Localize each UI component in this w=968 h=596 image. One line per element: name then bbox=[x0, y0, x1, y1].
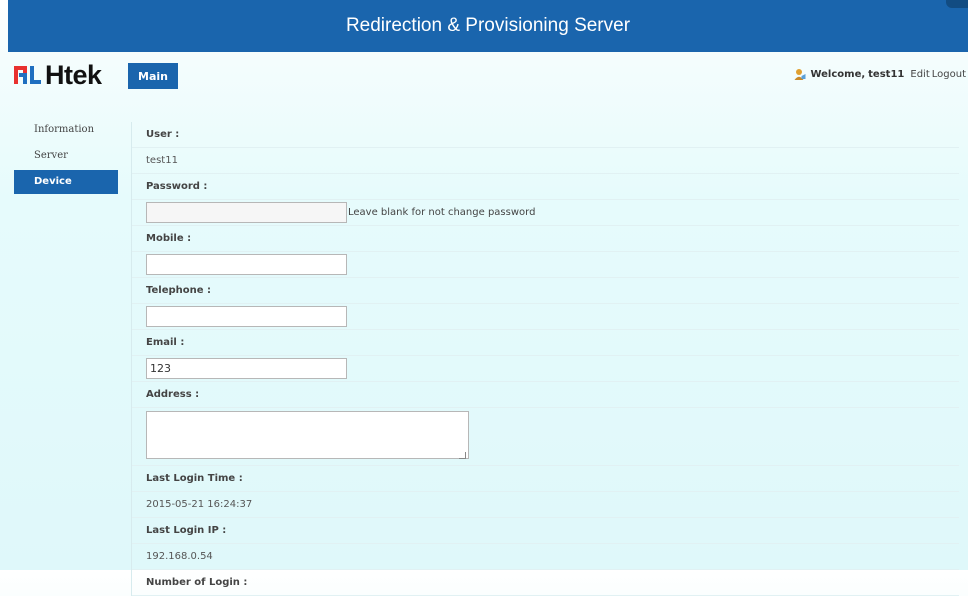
password-row: Leave blank for not change password bbox=[132, 200, 959, 226]
password-label: Password : bbox=[132, 174, 959, 200]
mobile-field[interactable] bbox=[146, 254, 347, 275]
telephone-label: Telephone : bbox=[132, 278, 959, 304]
last-login-time-label: Last Login Time : bbox=[132, 466, 959, 492]
sidebar: Information Server Device bbox=[14, 118, 118, 196]
address-wrap bbox=[146, 411, 469, 462]
logo-text: Htek bbox=[45, 60, 102, 90]
welcome-prefix: Welcome, bbox=[810, 68, 866, 80]
logo[interactable]: Htek bbox=[14, 60, 102, 90]
page-title: Redirection & Provisioning Server bbox=[345, 15, 631, 36]
user-value: test11 bbox=[132, 148, 959, 174]
address-row bbox=[132, 408, 959, 466]
email-row bbox=[132, 356, 959, 382]
sidebar-item-information[interactable]: Information bbox=[14, 118, 118, 142]
telephone-field[interactable] bbox=[146, 306, 347, 327]
header-bar: Redirection & Provisioning Server bbox=[8, 0, 968, 52]
tab-main[interactable]: Main bbox=[128, 63, 178, 89]
user-icon bbox=[794, 68, 806, 80]
welcome-username: test11 bbox=[868, 68, 905, 80]
address-field[interactable] bbox=[146, 411, 469, 459]
address-label: Address : bbox=[132, 382, 959, 408]
last-login-time-value: 2015-05-21 16:24:37 bbox=[132, 492, 959, 518]
logo-mark-icon bbox=[14, 64, 44, 86]
password-field[interactable] bbox=[146, 202, 347, 223]
email-field[interactable] bbox=[146, 358, 347, 379]
logout-link[interactable]: Logout bbox=[932, 69, 966, 80]
number-of-login-label: Number of Login : bbox=[132, 570, 959, 596]
header-corner-tab bbox=[946, 0, 968, 8]
device-form: User : test11 Password : Leave blank for… bbox=[131, 122, 959, 596]
mobile-row bbox=[132, 252, 959, 278]
welcome-area: Welcome, test11 Edit Logout bbox=[794, 68, 966, 80]
telephone-row bbox=[132, 304, 959, 330]
mobile-label: Mobile : bbox=[132, 226, 959, 252]
password-hint: Leave blank for not change password bbox=[348, 207, 536, 218]
sidebar-item-device[interactable]: Device bbox=[14, 170, 118, 194]
sidebar-item-server[interactable]: Server bbox=[14, 144, 118, 168]
user-label: User : bbox=[132, 122, 959, 148]
last-login-ip-label: Last Login IP : bbox=[132, 518, 959, 544]
email-label: Email : bbox=[132, 330, 959, 356]
last-login-ip-value: 192.168.0.54 bbox=[132, 544, 959, 570]
edit-link[interactable]: Edit bbox=[910, 69, 929, 80]
resize-grip-icon[interactable] bbox=[459, 452, 466, 459]
